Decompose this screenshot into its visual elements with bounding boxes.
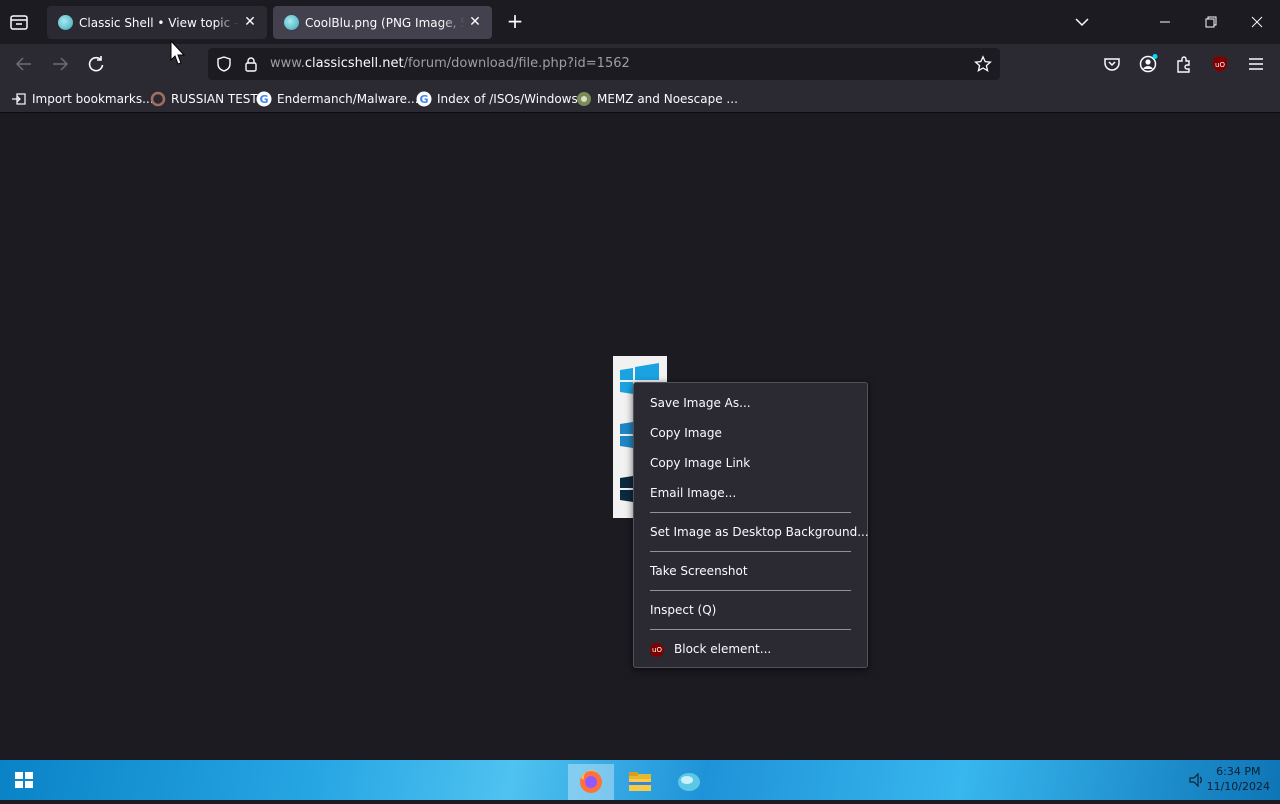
taskbar-firefox[interactable] — [568, 764, 614, 800]
start-button[interactable] — [0, 760, 48, 800]
tab-list-icon[interactable] — [8, 12, 30, 32]
bookmark-memz[interactable]: MEMZ and Noescape ... — [576, 90, 738, 107]
google-icon: G — [256, 91, 272, 107]
reload-button[interactable] — [85, 53, 107, 75]
file-explorer-icon — [629, 772, 651, 791]
clock-date: 11/10/2024 — [1206, 780, 1270, 793]
site-icon — [576, 91, 592, 107]
new-tab-button[interactable]: + — [505, 11, 525, 32]
tab-coolblu-png[interactable]: CoolBlu.png (PNG Image, 54 × ✕ — [273, 6, 492, 39]
bookmark-label: MEMZ and Noescape ... — [597, 91, 738, 106]
url-prefix: www. — [270, 56, 305, 71]
minimize-button[interactable] — [1151, 8, 1179, 36]
classic-shell-icon — [678, 773, 700, 791]
firefox-icon — [580, 769, 602, 793]
system-clock[interactable]: 6:34 PM 11/10/2024 — [1207, 764, 1270, 794]
windows-start-icon — [15, 772, 33, 788]
ublock-origin-icon[interactable]: uO — [1209, 53, 1231, 75]
mouse-cursor-icon — [170, 39, 186, 66]
clock-time: 6:34 PM — [1216, 765, 1261, 778]
list-all-tabs-icon[interactable] — [1072, 12, 1092, 32]
ublock-origin-icon: uO — [650, 642, 664, 657]
site-favicon-icon — [284, 15, 299, 30]
address-bar[interactable]: www.classicshell.net/forum/download/file… — [208, 48, 1000, 80]
menu-item-save-image[interactable]: Save Image As... — [650, 394, 751, 412]
site-favicon-icon — [58, 15, 73, 30]
windows-taskbar: 6:34 PM 11/10/2024 — [0, 760, 1280, 800]
import-icon — [11, 91, 27, 107]
close-tab-icon[interactable]: ✕ — [468, 15, 482, 29]
navigation-toolbar: www.classicshell.net/forum/download/file… — [0, 44, 1280, 84]
menu-item-email-image[interactable]: Email Image... — [650, 484, 736, 502]
menu-item-take-screenshot[interactable]: Take Screenshot — [650, 562, 748, 580]
bookmark-label: Import bookmarks... — [32, 91, 154, 106]
bookmark-import[interactable]: Import bookmarks... — [11, 90, 154, 107]
account-icon[interactable] — [1137, 53, 1159, 75]
tab-classic-shell-topic[interactable]: Classic Shell • View topic - Wi ✕ — [47, 6, 267, 39]
close-window-button[interactable] — [1243, 8, 1271, 36]
menu-separator — [650, 551, 851, 552]
pocket-icon[interactable] — [1101, 53, 1123, 75]
menu-separator — [650, 512, 851, 513]
svg-text:uO: uO — [1215, 61, 1225, 69]
url-domain: classicshell.net — [304, 56, 404, 71]
lock-icon[interactable] — [242, 55, 260, 73]
tab-strip: Classic Shell • View topic - Wi ✕ CoolBl… — [0, 0, 1280, 44]
svg-text:G: G — [259, 93, 268, 106]
volume-icon[interactable] — [1188, 771, 1206, 793]
restore-button[interactable] — [1197, 8, 1225, 36]
menu-separator — [650, 629, 851, 630]
bookmark-label: Index of /ISOs/Windows — [437, 91, 578, 106]
close-tab-icon[interactable]: ✕ — [243, 15, 257, 29]
bookmark-endermanch[interactable]: G Endermanch/Malware... — [256, 90, 419, 107]
bookmark-label: RUSSIAN TEST — [171, 91, 258, 106]
image-context-menu: Save Image As... Copy Image Copy Image L… — [633, 382, 869, 668]
taskbar-classic-shell[interactable] — [666, 764, 712, 800]
menu-item-copy-image[interactable]: Copy Image — [650, 424, 722, 442]
extensions-icon[interactable] — [1173, 53, 1195, 75]
url-path: /forum/download/file.php?id=1562 — [403, 56, 630, 71]
menu-item-label: Block element... — [674, 642, 772, 656]
bookmark-index-isos[interactable]: G Index of /ISOs/Windows — [416, 90, 578, 107]
menu-item-set-desktop-background[interactable]: Set Image as Desktop Background... — [650, 523, 869, 541]
bookmark-russian-test[interactable]: RUSSIAN TEST — [150, 90, 258, 107]
svg-text:G: G — [419, 93, 428, 106]
menu-item-inspect[interactable]: Inspect (Q) — [650, 601, 716, 619]
tracking-protection-shield-icon[interactable] — [215, 55, 233, 73]
tab-title: CoolBlu.png (PNG Image, 54 × — [305, 15, 465, 30]
windows-logo-icon — [620, 422, 633, 448]
bookmarks-toolbar: Import bookmarks... RUSSIAN TEST G Ender… — [0, 84, 1280, 113]
bookmark-label: Endermanch/Malware... — [277, 91, 419, 106]
bookmark-star-icon[interactable] — [974, 55, 992, 73]
google-icon: G — [416, 91, 432, 107]
tab-title: Classic Shell • View topic - Wi — [79, 15, 239, 30]
forward-button[interactable] — [49, 53, 71, 75]
taskbar-file-explorer[interactable] — [617, 764, 663, 800]
menu-item-copy-image-link[interactable]: Copy Image Link — [650, 454, 750, 472]
windows-logo-icon — [620, 476, 633, 502]
site-icon — [150, 91, 166, 107]
url-text[interactable]: www.classicshell.net/forum/download/file… — [270, 56, 630, 71]
back-button[interactable] — [13, 53, 35, 75]
hamburger-menu-icon[interactable] — [1245, 53, 1267, 75]
menu-item-block-element[interactable]: uO Block element... — [650, 640, 771, 658]
menu-separator — [650, 590, 851, 591]
